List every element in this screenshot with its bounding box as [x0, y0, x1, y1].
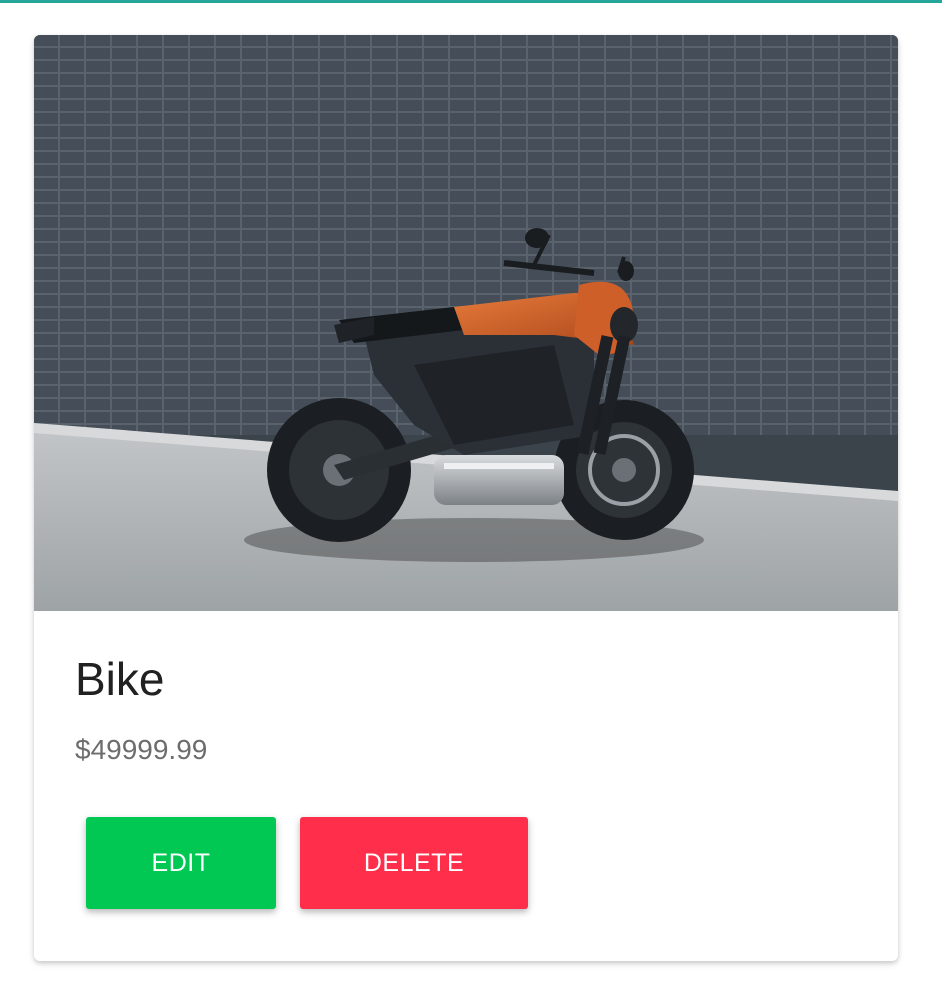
product-image [34, 35, 898, 611]
edit-button[interactable]: EDIT [86, 817, 276, 909]
motorcycle-photo [34, 35, 898, 611]
product-price: $49999.99 [75, 734, 208, 765]
top-accent-bar [0, 0, 942, 3]
delete-button[interactable]: DELETE [300, 817, 528, 909]
product-card: Bike $49999.99 EDIT DELETE [34, 35, 898, 961]
card-content: Bike $49999.99 EDIT DELETE [34, 611, 898, 961]
product-title: Bike [75, 653, 165, 705]
